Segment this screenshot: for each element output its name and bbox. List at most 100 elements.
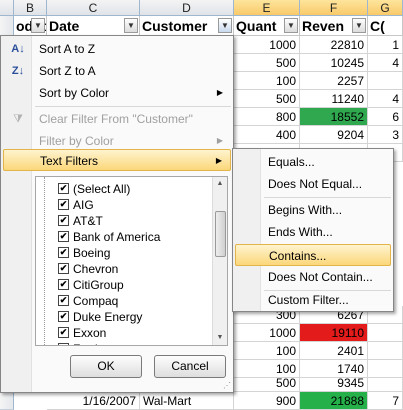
cell-extra[interactable]	[368, 324, 403, 342]
submenu-arrow-icon: ▶	[215, 156, 222, 165]
submenu-item-does-not-equal[interactable]: Does Not Equal...	[235, 173, 391, 195]
checkbox-checked-icon[interactable]: ✔	[58, 263, 69, 274]
tree-line	[44, 177, 46, 345]
menu-separator	[35, 106, 231, 107]
list-item-label: Compaq	[73, 294, 119, 308]
text-filters-submenu: Equals... Does Not Equal... Begins With.…	[232, 148, 394, 312]
checkbox-checked-icon[interactable]: ✔	[58, 231, 69, 242]
cell-extra[interactable]	[368, 342, 403, 360]
list-item-label: AT&T	[73, 214, 103, 228]
menu-item-sort-by-color[interactable]: Sort by Color ▶	[3, 82, 231, 104]
submenu-item-contains[interactable]: Contains...	[235, 244, 391, 266]
list-item-label: Exxon	[73, 326, 107, 340]
submenu-item-does-not-contain[interactable]: Does Not Contain...	[235, 266, 391, 288]
cell-extra[interactable]: 3	[368, 126, 403, 144]
cell-quantity[interactable]: 500	[234, 90, 300, 108]
row-number[interactable]	[0, 392, 14, 410]
cell-extra[interactable]: 4	[368, 90, 403, 108]
filter-dropdown-customer[interactable]: ▼	[218, 18, 232, 33]
cell-revenue[interactable]: 9204	[300, 126, 368, 144]
cell-quantity[interactable]: 100	[234, 342, 300, 360]
cell-extra[interactable]: 1	[368, 36, 403, 54]
cell-quantity[interactable]: 1000	[234, 36, 300, 54]
filter-dropdown-revenue[interactable]: ▼	[352, 18, 366, 33]
menu-item-clear-filter[interactable]: ⧩ Clear Filter From "Customer"	[3, 108, 231, 130]
menu-label: Contains...	[269, 249, 327, 263]
scroll-up-icon[interactable]: ▲	[213, 177, 227, 191]
menu-label: Custom Filter...	[268, 293, 349, 307]
sort-ascending-icon: A↓	[11, 43, 25, 55]
cell-customer[interactable]: Wal-Mart	[140, 392, 234, 410]
clear-filter-icon: ⧩	[13, 113, 23, 125]
checkbox-checked-icon[interactable]: ✔	[58, 295, 69, 306]
cell-extra[interactable]	[368, 374, 403, 392]
column-header-d[interactable]: D	[140, 0, 234, 16]
cell-quantity[interactable]: 800	[234, 108, 300, 126]
menu-label: Sort by Color	[39, 86, 110, 100]
cell-quantity[interactable]: 500	[234, 374, 300, 392]
menu-label: Equals...	[268, 155, 315, 169]
scroll-down-icon[interactable]: ▼	[213, 331, 227, 345]
submenu-item-equals[interactable]: Equals...	[235, 151, 391, 173]
menu-label: Ends With...	[268, 225, 333, 239]
submenu-item-custom-filter[interactable]: Custom Filter...	[235, 289, 391, 311]
column-header-c[interactable]: C	[47, 0, 140, 16]
checkbox-checked-icon[interactable]: ✔	[58, 311, 69, 322]
header-extra: C(	[368, 16, 403, 36]
cell-extra[interactable]: 4	[368, 54, 403, 72]
checkbox-checked-icon[interactable]: ✔	[58, 199, 69, 210]
list-item-label: Duke Energy	[73, 310, 143, 324]
cell-extra[interactable]	[368, 72, 403, 90]
cell-revenue[interactable]: 18552	[300, 108, 368, 126]
cell-revenue[interactable]: 11240	[300, 90, 368, 108]
cell-revenue[interactable]: 10245	[300, 54, 368, 72]
checkbox-checked-icon[interactable]: ✔	[58, 183, 69, 194]
cell-quantity[interactable]: 900	[234, 392, 300, 410]
cell-revenue[interactable]: 2401	[300, 342, 368, 360]
list-item-label: Ford	[73, 341, 98, 345]
ok-button[interactable]: OK	[70, 355, 142, 378]
column-header-e[interactable]: E	[234, 0, 300, 16]
checkbox-checked-icon[interactable]: ✔	[58, 327, 69, 338]
cell-revenue[interactable]: 19110	[300, 324, 368, 342]
resize-grip-icon[interactable]: ⋰	[223, 381, 231, 390]
cell-revenue[interactable]: 9345	[300, 374, 368, 392]
checkbox-checked-icon[interactable]: ✔	[58, 215, 69, 226]
cancel-button[interactable]: Cancel	[154, 355, 226, 378]
column-header-b[interactable]: B	[14, 0, 47, 16]
column-header-g[interactable]: G	[368, 0, 403, 16]
menu-item-sort-z-to-a[interactable]: Z↓ Sort Z to A	[3, 60, 231, 82]
cell-extra[interactable]: 6	[368, 108, 403, 126]
row-number[interactable]	[0, 16, 14, 36]
menu-label: Clear Filter From "Customer"	[39, 112, 193, 126]
submenu-item-begins-with[interactable]: Begins With...	[235, 199, 391, 221]
cell-revenue[interactable]: 21888	[300, 392, 368, 410]
filter-dropdown-product[interactable]: ▼	[31, 18, 45, 33]
autofilter-menu: A↓ Sort A to Z Z↓ Sort Z to A Sort by Co…	[0, 35, 234, 393]
header-date: Date ▼	[47, 16, 140, 36]
menu-item-sort-a-to-z[interactable]: A↓ Sort A to Z	[3, 38, 231, 60]
cell-revenue[interactable]: 22810	[300, 36, 368, 54]
checkbox-checked-icon[interactable]: ✔	[58, 279, 69, 290]
list-item-label: (Select All)	[73, 182, 131, 196]
filter-dropdown-date[interactable]: ▼	[124, 18, 138, 33]
checkbox-checked-icon[interactable]: ✔	[58, 247, 69, 258]
menu-item-text-filters[interactable]: Text Filters ▶	[3, 149, 231, 171]
table-header-row: oduc▼ Date▼ Customer▼ Quant▼ Reven▼ C(	[0, 16, 403, 36]
cell-quantity[interactable]: 500	[234, 54, 300, 72]
cell-date[interactable]: 1/16/2007	[47, 392, 140, 410]
filter-dropdown-quantity[interactable]: ▼	[284, 18, 298, 33]
checkbox-checked-icon[interactable]: ✔	[58, 343, 69, 345]
customer-value-list[interactable]: ✔ (Select All) ✔ AIG ✔ AT&T ✔ Bank of America ✔ B…	[35, 176, 228, 346]
cell-quantity[interactable]: 1000	[234, 324, 300, 342]
header-quantity: Quant ▼	[234, 16, 300, 36]
cell-quantity[interactable]: 100	[234, 72, 300, 90]
list-scrollbar[interactable]: ▲ ▼	[212, 177, 227, 345]
row-header-corner[interactable]	[0, 0, 14, 16]
scroll-thumb[interactable]	[215, 211, 226, 257]
column-header-f[interactable]: F	[300, 0, 368, 16]
cell-quantity[interactable]: 400	[234, 126, 300, 144]
cell-extra[interactable]: 7	[368, 392, 403, 410]
submenu-item-ends-with[interactable]: Ends With...	[235, 221, 391, 243]
cell-revenue[interactable]: 2257	[300, 72, 368, 90]
